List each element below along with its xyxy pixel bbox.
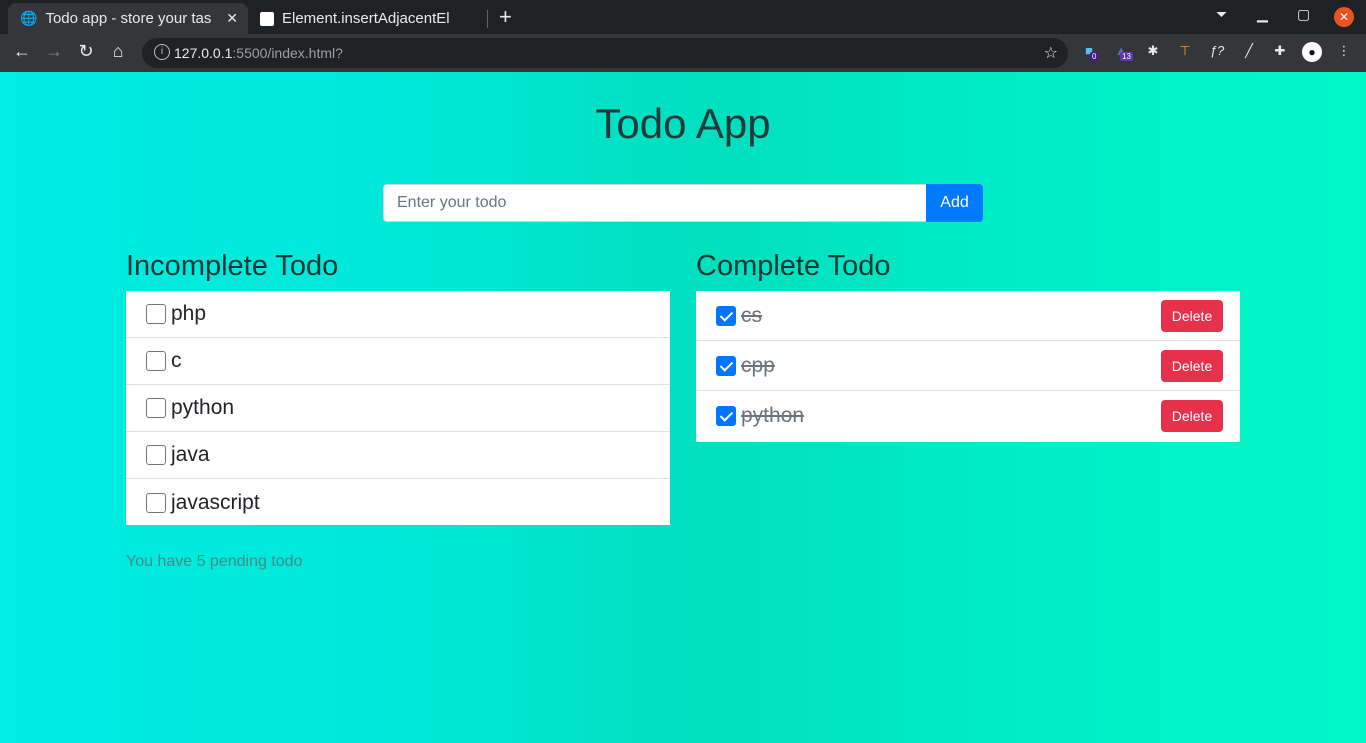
todo-checkbox-checked[interactable] [716,406,736,426]
extension-pen-icon[interactable]: ╱ [1240,43,1258,61]
complete-heading: Complete Todo [696,250,891,282]
list-item: javascript [126,479,670,526]
todo-checkbox-checked[interactable] [716,355,736,376]
complete-list: cs Delete cpp Delete python Delete [696,291,1240,442]
close-tab-icon[interactable]: ✕ [226,10,238,27]
pending-count-text: You have 5 pending todo [126,553,303,570]
site-info-icon[interactable]: i [154,44,170,60]
tab-search-icon[interactable]: ⏷ [1216,6,1227,23]
extension-function-icon[interactable]: ƒ? [1208,43,1226,61]
list-item: python [126,385,670,432]
back-icon[interactable]: ← [11,41,33,62]
url-text: 127.0.0.1:5500/index.html? [174,45,343,61]
todo-text: cs [741,303,762,327]
new-tab-icon[interactable]: + [499,4,512,30]
home-icon[interactable]: ⌂ [107,41,129,62]
todo-checkbox[interactable] [146,304,166,324]
todo-text: javascript [171,490,260,514]
extension-paw-icon[interactable]: ✱ [1144,43,1162,61]
maximize-icon[interactable]: ▢ [1297,6,1310,23]
tab-title: Element.insertAdjacentEl [282,10,450,27]
todo-text: c [171,349,182,372]
add-button[interactable]: Add [926,184,983,222]
tab-insert-adjacent[interactable]: Element.insertAdjacentEl [250,3,486,34]
delete-button[interactable]: Delete [1161,400,1223,432]
list-item: c [126,338,670,385]
todo-checkbox[interactable] [146,445,166,465]
list-item: cs Delete [696,291,1240,341]
delete-button[interactable]: Delete [1161,350,1223,382]
todo-input[interactable] [383,184,926,222]
incomplete-list: php c python java javascript [126,291,670,525]
forward-icon[interactable]: → [43,41,65,62]
todo-checkbox-checked[interactable] [716,305,736,326]
extension-text-icon[interactable]: ⊤ [1176,43,1194,61]
mdn-icon [260,11,274,26]
tab-todo-app[interactable]: 🌐 Todo app - store your tas ✕ [8,3,248,34]
todo-text: python [741,404,805,427]
page-content: Todo App Add Incomplete Todo Complete To… [0,72,1366,743]
todo-text: java [171,443,210,466]
tab-separator [487,10,488,28]
list-item: java [126,432,670,479]
list-item: cpp Delete [696,341,1240,391]
page-title: Todo App [595,100,771,147]
menu-dots-icon[interactable]: ⋮ [1335,43,1353,61]
list-item: python Delete [696,391,1240,441]
extension-ghost-icon[interactable]: ■ 0 [1080,43,1099,61]
todo-text: python [171,396,235,419]
profile-avatar-icon[interactable]: ● [1302,42,1322,62]
globe-icon: 🌐 [20,10,38,26]
todo-checkbox[interactable] [146,492,166,513]
minimize-icon[interactable]: ▁ [1257,6,1268,23]
todo-checkbox[interactable] [146,398,166,418]
extension-hat-icon[interactable]: ▲ 13 [1112,43,1133,61]
address-bar[interactable]: i 127.0.0.1:5500/index.html? ☆ [142,38,1068,68]
todo-checkbox[interactable] [146,351,166,371]
tab-title: Todo app - store your tas [45,10,212,27]
delete-button[interactable]: Delete [1161,300,1223,332]
window-close-icon[interactable]: ✕ [1334,7,1354,27]
extensions-puzzle-icon[interactable]: ✚ [1271,43,1289,61]
todo-text: php [171,302,207,325]
bookmark-star-icon[interactable]: ☆ [1044,43,1058,63]
todo-text: cpp [741,353,775,377]
tab-strip: 🌐 Todo app - store your tas ✕ Element.in… [0,0,1366,34]
list-item: php [126,291,670,338]
incomplete-heading: Incomplete Todo [126,250,339,282]
reload-icon[interactable]: ↻ [75,41,97,62]
